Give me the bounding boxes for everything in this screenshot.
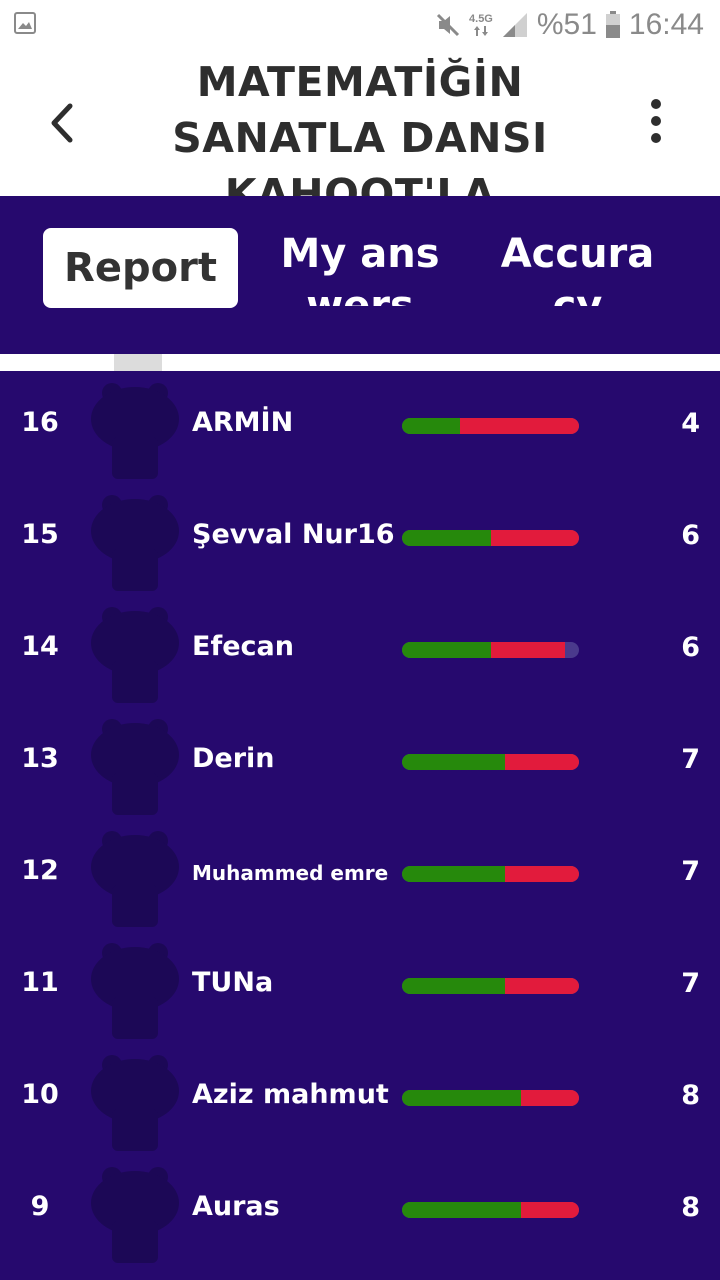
player-rank: 14	[21, 631, 59, 662]
player-score: 7	[681, 856, 700, 887]
tab-my-answers[interactable]: My answers	[270, 228, 450, 306]
incorrect-segment	[504, 754, 579, 770]
player-rank: 16	[21, 407, 59, 438]
image-notification-icon	[14, 12, 36, 34]
more-options-icon[interactable]	[636, 96, 676, 146]
player-name: TUNa	[192, 967, 274, 998]
player-score: 7	[681, 968, 700, 999]
player-row[interactable]: 10 Aziz mahmut 8	[0, 1043, 720, 1155]
player-rank: 13	[21, 743, 59, 774]
page-title: MATEMATİĞİN SANATLA DANSI KAHOOT'LA	[172, 58, 548, 196]
player-name: Aziz mahmut	[192, 1079, 389, 1110]
correct-segment	[402, 754, 505, 770]
player-row[interactable]: 12 Muhammed emre 7	[0, 819, 720, 931]
accuracy-bar	[402, 754, 579, 770]
battery-percent: %51	[536, 8, 597, 41]
player-rank: 9	[30, 1191, 50, 1222]
tab-accuracy[interactable]: Accuracy	[490, 228, 665, 306]
player-rank: 11	[21, 967, 59, 998]
player-name: Auras	[192, 1191, 280, 1222]
player-avatar	[90, 1051, 180, 1151]
player-score: 6	[681, 632, 700, 663]
player-row[interactable]: 15 Şevval Nur16 6	[0, 483, 720, 595]
accuracy-bar	[402, 978, 579, 994]
app-header: MATEMATİĞİN SANATLA DANSI KAHOOT'LA	[0, 50, 720, 196]
player-name: Muhammed emre	[192, 861, 389, 885]
correct-segment	[402, 530, 491, 546]
player-row[interactable]: 14 Efecan 6	[0, 595, 720, 707]
scroll-indicator	[114, 354, 162, 371]
accuracy-bar	[402, 866, 579, 882]
player-avatar	[90, 827, 180, 927]
incorrect-segment	[504, 866, 579, 882]
status-bar: 4.5G %51 16:44	[0, 0, 720, 50]
correct-segment	[402, 642, 491, 658]
battery-icon	[605, 11, 620, 38]
accuracy-bar	[402, 418, 579, 434]
player-row[interactable]: 11 TUNa 7	[0, 931, 720, 1043]
player-avatar	[90, 1163, 180, 1263]
player-name: ARMİN	[192, 407, 294, 438]
accuracy-bar	[402, 1202, 579, 1218]
player-name: Şevval Nur16	[192, 519, 395, 550]
correct-segment	[402, 1202, 521, 1218]
tab-bar: Report My answers Accuracy	[0, 196, 720, 354]
player-score: 7	[681, 744, 700, 775]
player-rank: 15	[21, 519, 59, 550]
player-score: 4	[681, 408, 700, 439]
incorrect-segment	[490, 530, 579, 546]
signal-icon	[502, 13, 527, 37]
incorrect-segment	[520, 1090, 579, 1106]
player-row[interactable]: 16 ARMİN 4	[0, 371, 720, 483]
player-rank: 10	[21, 1079, 59, 1110]
player-avatar	[90, 603, 180, 703]
tab-report-label: Report	[64, 245, 217, 291]
data-arrows-icon	[473, 26, 488, 36]
incorrect-segment	[460, 418, 579, 434]
player-row[interactable]: 13 Derin 7	[0, 707, 720, 819]
player-name: Efecan	[192, 631, 294, 662]
divider	[0, 354, 720, 371]
accuracy-bar	[402, 1090, 579, 1106]
correct-segment	[402, 1090, 521, 1106]
player-list[interactable]: 16 ARMİN 4 15 Şevval Nur16 6 14 Efecan 6 13 Derin 7…	[0, 371, 720, 1280]
player-row[interactable]: 9 Auras 8	[0, 1155, 720, 1267]
incorrect-segment	[520, 1202, 579, 1218]
mute-icon	[436, 13, 460, 37]
player-score: 8	[681, 1080, 700, 1111]
tab-accuracy-label: Accuracy	[500, 231, 655, 306]
correct-segment	[402, 418, 461, 434]
incorrect-segment	[504, 978, 579, 994]
accuracy-bar	[402, 530, 579, 546]
incorrect-segment	[490, 642, 565, 658]
player-avatar	[90, 379, 180, 479]
player-avatar	[90, 939, 180, 1039]
player-avatar	[90, 491, 180, 591]
player-rank: 12	[21, 855, 59, 886]
player-score: 8	[681, 1192, 700, 1223]
accuracy-bar	[402, 642, 579, 658]
back-arrow-icon[interactable]	[40, 98, 86, 148]
correct-segment	[402, 866, 505, 882]
player-avatar	[90, 715, 180, 815]
tab-my-answers-label: My answers	[280, 231, 440, 306]
network-type: 4.5G	[469, 13, 493, 25]
correct-segment	[402, 978, 505, 994]
player-name: Derin	[192, 743, 275, 774]
tab-report[interactable]: Report	[43, 228, 238, 308]
clock: 16:44	[628, 8, 704, 41]
player-score: 6	[681, 520, 700, 551]
